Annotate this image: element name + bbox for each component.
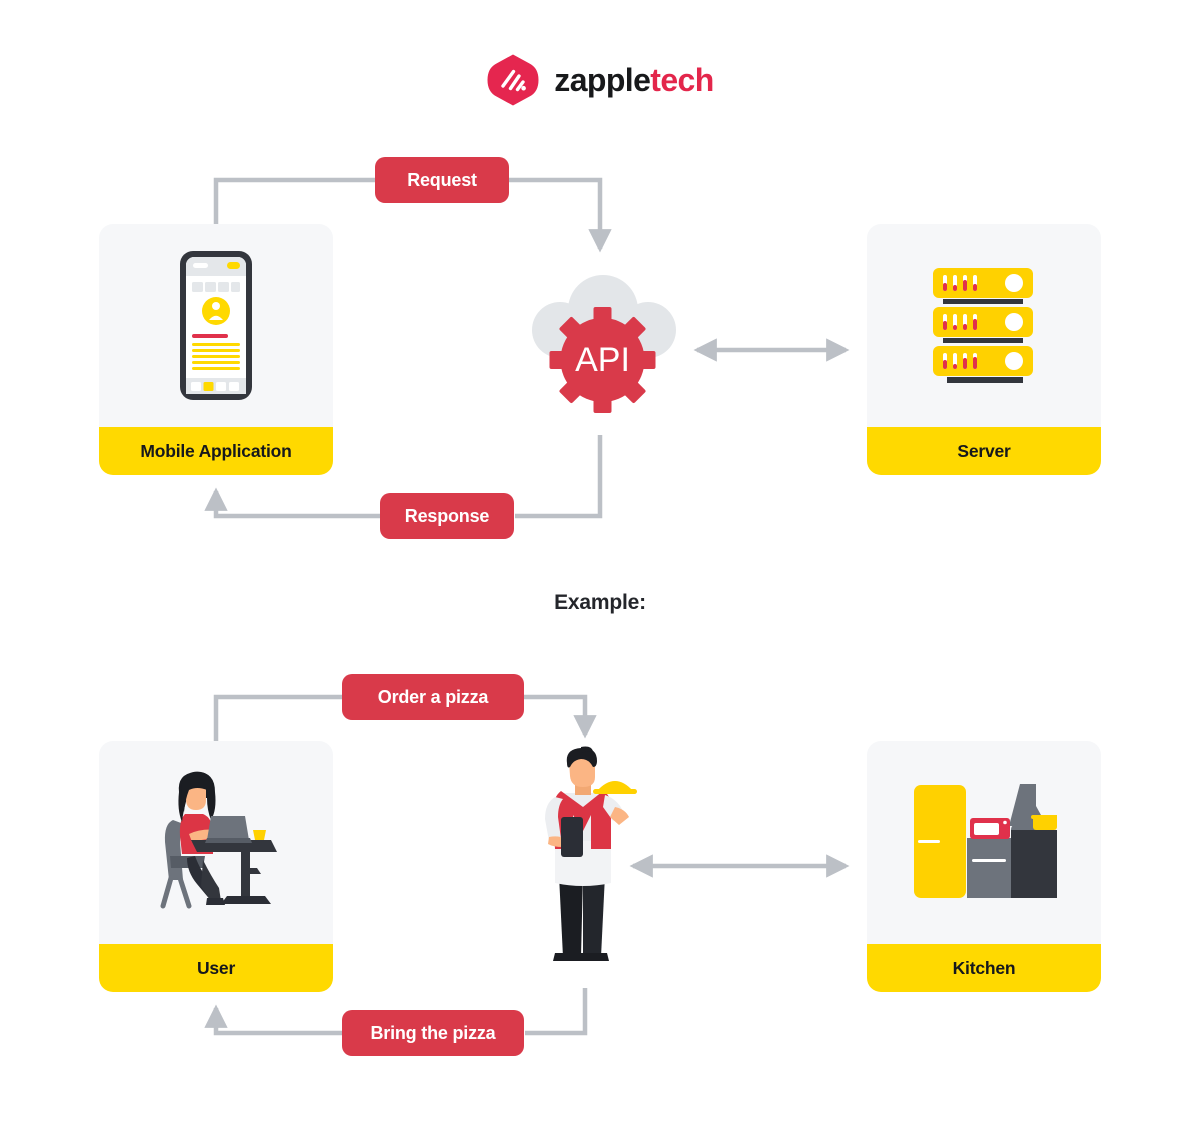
logo-word-accent: tech: [650, 62, 714, 98]
server-rack-icon: [867, 224, 1101, 427]
pill-response-label: Response: [404, 505, 490, 526]
node-card-server[interactable]: Server: [867, 224, 1101, 475]
card-label-user: User: [99, 944, 333, 992]
node-card-mobile-application[interactable]: Mobile Application: [99, 224, 333, 475]
waiter-with-tray-icon: [525, 745, 655, 990]
pill-bring-the-pizza[interactable]: Bring the pizza: [342, 1010, 524, 1056]
logo-wordmark: zappletech: [554, 62, 714, 98]
zappletech-diamond-slashes-icon: [486, 53, 540, 107]
pill-response[interactable]: Response: [380, 493, 514, 539]
smartphone-icon: [99, 224, 333, 427]
pill-request-label: Request: [407, 169, 477, 190]
card-label-kitchen: Kitchen: [867, 944, 1101, 992]
api-gear-label: API: [575, 341, 630, 379]
brand-logo: zappletech: [0, 48, 1200, 112]
node-card-user[interactable]: User: [99, 741, 333, 992]
kitchen-appliances-icon: [867, 741, 1101, 944]
pill-request[interactable]: Request: [375, 157, 509, 203]
woman-at-desk-with-laptop-icon: [99, 741, 333, 944]
node-card-kitchen[interactable]: Kitchen: [867, 741, 1101, 992]
example-heading: Example:: [554, 591, 646, 614]
logo-word-primary: zapple: [554, 62, 651, 98]
card-label-mobile-application: Mobile Application: [99, 427, 333, 475]
pill-order-label: Order a pizza: [377, 686, 489, 707]
pill-bring-label: Bring the pizza: [370, 1022, 496, 1043]
pill-order-a-pizza[interactable]: Order a pizza: [342, 674, 524, 720]
card-label-server: Server: [867, 427, 1101, 475]
cloud-gear-api-icon: API: [515, 268, 690, 423]
